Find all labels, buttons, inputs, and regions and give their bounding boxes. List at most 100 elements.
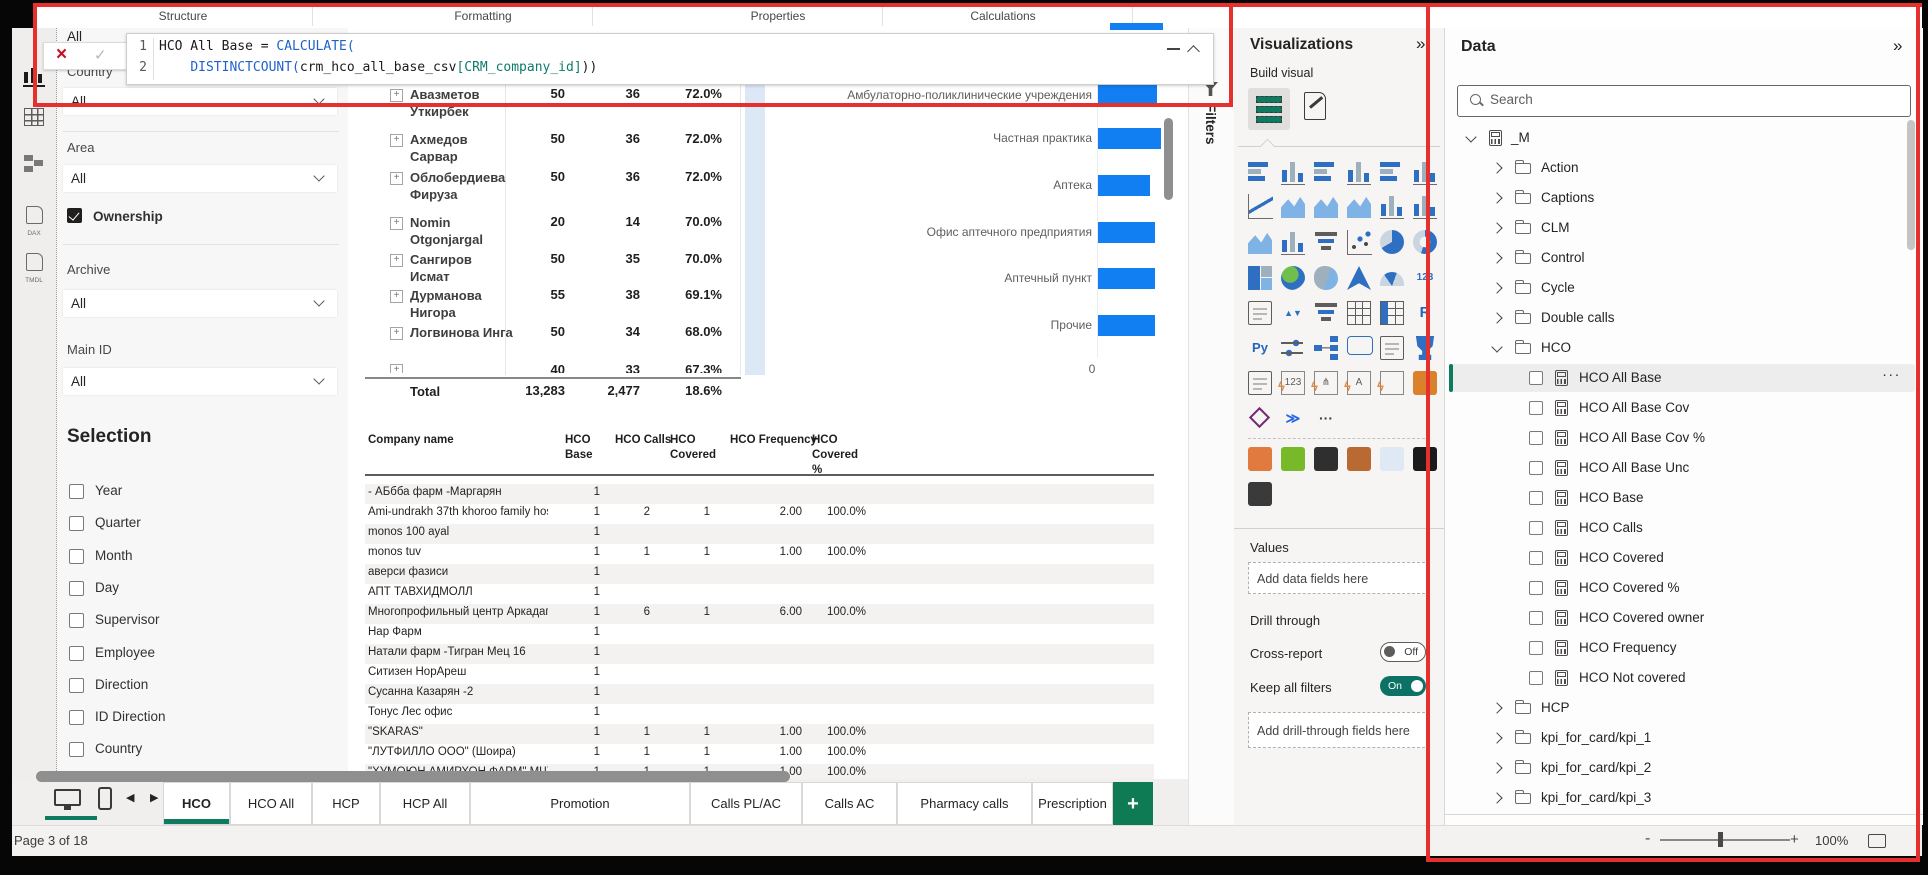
table-row[interactable]: Сусанна Казарян -21: [365, 684, 1154, 704]
tree-folder-double-calls[interactable]: Double calls: [1449, 304, 1915, 332]
canvas-horizontal-scrollbar[interactable]: [36, 771, 790, 782]
multi-row-card-icon[interactable]: [1248, 301, 1272, 325]
paginated-report-icon[interactable]: [1248, 371, 1272, 395]
chevron-right-icon[interactable]: [1491, 702, 1502, 713]
expand-icon[interactable]: [390, 217, 403, 230]
tree-measure-hco-all-base[interactable]: ...HCO All Base: [1449, 364, 1915, 392]
formula-cancel-icon[interactable]: ×: [56, 44, 67, 66]
expand-icon[interactable]: [390, 290, 403, 303]
hundred-stacked-bar-chart-icon[interactable]: [1380, 160, 1404, 184]
stacked-area-chart-icon[interactable]: [1314, 194, 1338, 218]
rail-tmdl-view[interactable]: TMDL: [20, 253, 48, 284]
zoom-slider-thumb[interactable]: [1718, 832, 1723, 847]
chevron-right-icon[interactable]: [1491, 312, 1502, 323]
selection-checkbox-quarter[interactable]: [69, 516, 84, 531]
build-visual-mode-selected[interactable]: [1248, 88, 1290, 130]
selection-checkbox-month[interactable]: [69, 549, 84, 564]
tree-folder-action[interactable]: Action: [1449, 154, 1915, 182]
bar[interactable]: [1098, 268, 1155, 289]
stacked-column-chart-icon[interactable]: [1281, 160, 1305, 185]
tree-folder-kpi_for_card-kpi_2[interactable]: kpi_for_card/kpi_2: [1449, 754, 1915, 782]
qa-visual-icon[interactable]: [1347, 336, 1373, 355]
filter-dropdown-archive[interactable]: All: [63, 290, 337, 317]
wave-chart-icon[interactable]: [1248, 230, 1272, 254]
bar[interactable]: [1098, 175, 1150, 196]
custom-visual-7-icon[interactable]: [1248, 482, 1272, 506]
chevron-right-icon[interactable]: [1491, 732, 1502, 743]
table-row[interactable]: Ami-undrakh 37th khoroo family hospital1…: [365, 504, 1154, 524]
expand-icon[interactable]: [390, 134, 403, 147]
chevron-right-icon[interactable]: [1491, 252, 1502, 263]
funnel-chart-icon[interactable]: [1314, 230, 1338, 254]
selection-checkbox-year[interactable]: [69, 484, 84, 499]
new-slicer-icon[interactable]: [1281, 336, 1305, 360]
power-automate-visual-icon[interactable]: ≫: [1281, 406, 1305, 430]
rail-dax-query-view[interactable]: DAX: [20, 206, 48, 237]
custom-visual-5-icon[interactable]: [1380, 447, 1404, 471]
filters-pane-collapsed[interactable]: Filters: [1188, 28, 1236, 825]
tree-measure-hco-covered[interactable]: HCO Covered: [1449, 544, 1915, 572]
custom-visual-2-icon[interactable]: [1281, 447, 1305, 471]
measure-checkbox[interactable]: [1529, 641, 1543, 655]
chevron-right-icon[interactable]: [1491, 282, 1502, 293]
formula-expand-icon[interactable]: [1187, 45, 1200, 58]
preview-visual-box-icon[interactable]: ϟ: [1380, 371, 1404, 395]
line-chart-icon[interactable]: [1248, 194, 1273, 219]
tree-measure-hco-not-covered[interactable]: HCO Not covered: [1449, 664, 1915, 692]
clustered-bar-chart-icon[interactable]: [1314, 160, 1338, 184]
metrics-icon[interactable]: [1413, 336, 1437, 360]
table-header-2[interactable]: HCO Base: [565, 433, 603, 463]
power-apps-visual-icon[interactable]: [1249, 407, 1270, 428]
preview-visual-123-icon[interactable]: 123ϟ: [1281, 371, 1305, 395]
measure-checkbox[interactable]: [1529, 521, 1543, 535]
tree-folder-hcp[interactable]: HCP: [1449, 694, 1915, 722]
matrix-row-clipped[interactable]: 403367.3%: [365, 358, 740, 373]
measure-checkbox[interactable]: [1529, 551, 1543, 565]
treemap-icon[interactable]: [1248, 266, 1272, 290]
line-and-stacked-column-chart-icon[interactable]: [1380, 194, 1404, 219]
table-row[interactable]: АПТ ТАВХИДМОЛЛ1: [365, 584, 1154, 604]
measure-checkbox[interactable]: [1529, 491, 1543, 505]
filter-dropdown-country[interactable]: All: [63, 88, 337, 115]
preview-visual-funnel-icon[interactable]: ⋔ϟ: [1314, 371, 1338, 395]
table-row[interactable]: monos tuv1111.00100.0%: [365, 544, 1154, 564]
selection-checkbox-employee[interactable]: [69, 646, 84, 661]
table-row[interactable]: Нар Фарм1: [365, 624, 1154, 644]
format-visual-mode[interactable]: [1304, 92, 1326, 120]
chevron-right-icon[interactable]: [1491, 222, 1502, 233]
tree-folder-control[interactable]: Control: [1449, 244, 1915, 272]
tree-measure-hco-base[interactable]: HCO Base: [1449, 484, 1915, 512]
custom-visual-4-icon[interactable]: [1347, 447, 1371, 471]
table-row[interactable]: "ЛУТФИЛЛО ООО" (Шоира)1111.00100.0%: [365, 744, 1154, 764]
add-drill-through-fields-box[interactable]: Add drill-through fields here: [1248, 712, 1430, 748]
get-more-visuals-icon[interactable]: ···: [1314, 406, 1338, 430]
card-icon[interactable]: 123: [1413, 266, 1437, 290]
tree-folder-hco[interactable]: HCO: [1449, 334, 1915, 362]
tree-measure-hco-calls[interactable]: HCO Calls: [1449, 514, 1915, 542]
line-and-clustered-column-chart-icon[interactable]: [1413, 194, 1437, 219]
filled-map-icon[interactable]: [1314, 266, 1338, 290]
tab-hco[interactable]: HCO: [163, 782, 230, 825]
filter-dropdown-area[interactable]: All: [63, 165, 337, 192]
chevron-right-icon[interactable]: [1491, 762, 1502, 773]
pie-chart-icon[interactable]: [1380, 230, 1404, 254]
tree-measure-hco-all-base-cov-[interactable]: HCO All Base Cov %: [1449, 424, 1915, 452]
decomposition-tree-icon[interactable]: [1314, 336, 1338, 360]
table-row[interactable]: Тонус Лес офис1: [365, 704, 1154, 724]
custom-visual-3-icon[interactable]: [1314, 447, 1338, 471]
table-header-1[interactable]: Company name: [368, 433, 528, 448]
donut-chart-icon[interactable]: [1413, 230, 1437, 254]
tab-hcp-all[interactable]: HCP All: [380, 782, 470, 825]
tree-folder-captions[interactable]: Captions: [1449, 184, 1915, 212]
azure-map-icon[interactable]: [1347, 266, 1371, 290]
zoom-out-button[interactable]: -: [1645, 830, 1650, 848]
formula-accept-icon[interactable]: ✓: [94, 46, 107, 64]
mobile-layout-icon[interactable]: [98, 787, 112, 810]
table-header-4[interactable]: HCO Covered: [670, 433, 714, 463]
rail-model-view[interactable]: [20, 154, 48, 177]
tree-measure-hco-frequency[interactable]: HCO Frequency: [1449, 634, 1915, 662]
chart-vertical-scrollbar[interactable]: [1164, 118, 1173, 200]
expand-icon[interactable]: [390, 327, 403, 340]
new-page-button[interactable]: +: [1113, 782, 1153, 828]
selection-checkbox-direction[interactable]: [69, 678, 84, 693]
